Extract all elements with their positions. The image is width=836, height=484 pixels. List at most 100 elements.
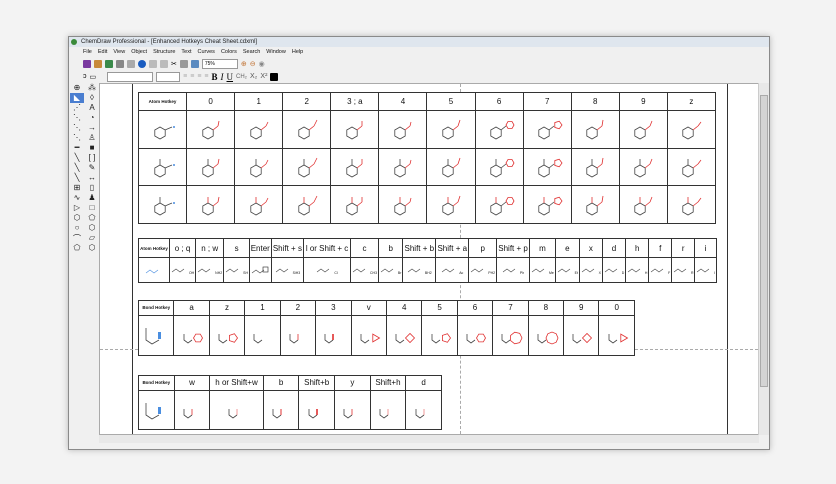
menu-text[interactable]: Text <box>181 47 191 57</box>
underline-button[interactable]: U <box>227 72 234 82</box>
palette-tool-icon[interactable]: ▱ <box>85 233 99 243</box>
molecule-icon <box>202 121 220 140</box>
structure-cell <box>456 314 494 357</box>
molecule-icon <box>394 158 412 178</box>
new-doc-icon[interactable] <box>83 59 91 68</box>
palette-tool-icon[interactable]: ⬠ <box>85 213 99 223</box>
menu-edit[interactable]: Edit <box>98 47 107 57</box>
view-icon[interactable]: ◉ <box>259 60 265 68</box>
align-right-icon[interactable]: ≡ <box>197 73 201 80</box>
palette-tool-icon[interactable]: ⋱ <box>70 123 84 133</box>
palette-tool-icon[interactable]: ⬡ <box>85 223 99 233</box>
palette-tool-icon[interactable]: ⊕ <box>70 83 84 93</box>
align-left-icon[interactable]: ≡ <box>183 73 187 80</box>
paste-icon[interactable] <box>190 59 199 68</box>
print-icon[interactable] <box>127 59 135 68</box>
menu-file[interactable]: File <box>83 47 92 57</box>
header-row: Atom Hotkey 0 1 2 3 ; a456789z <box>137 92 717 111</box>
bond-structure-icon <box>343 408 353 419</box>
color-icon[interactable] <box>270 72 279 81</box>
atom-label: I <box>714 271 716 276</box>
palette-tool-icon[interactable]: ■ <box>85 143 99 153</box>
recycle-icon[interactable] <box>105 59 113 68</box>
palette-tool-icon[interactable]: ♟ <box>85 193 99 203</box>
italic-button[interactable]: I <box>221 72 224 82</box>
palette-tool-icon[interactable]: ⬠ <box>70 243 84 253</box>
copy-icon[interactable] <box>179 59 188 68</box>
palette-tool-icon[interactable]: ⬡ <box>85 243 99 253</box>
menu-curves[interactable]: Curves <box>198 47 215 57</box>
hotkey-label: 5 <box>426 92 476 111</box>
palette-tool-icon[interactable]: ∿ <box>70 193 84 203</box>
vertical-scrollbar[interactable] <box>758 83 769 435</box>
palette-tool-icon[interactable]: ✎ <box>85 163 99 173</box>
palette-tool-icon[interactable]: ╲ <box>70 153 84 163</box>
palette-tool-icon[interactable]: ⌒ <box>70 233 84 243</box>
palette-tool-icon[interactable]: ⊞ <box>70 183 84 193</box>
menu-search[interactable]: Search <box>243 47 260 57</box>
redo-icon[interactable] <box>160 59 168 68</box>
structure-cell: Ac <box>435 257 470 283</box>
hotkey-label: o ; q <box>169 237 197 259</box>
marquee-icon[interactable]: ▭ <box>90 73 97 81</box>
menu-colors[interactable]: Colors <box>221 47 237 57</box>
chain-icon <box>471 268 484 273</box>
undo-icon[interactable] <box>149 59 157 68</box>
palette-tool-icon[interactable]: ⬡ <box>70 213 84 223</box>
structure-cell <box>426 110 476 149</box>
subscript-button[interactable]: X₂ <box>250 73 257 80</box>
chemical-format-button[interactable]: CH₂ <box>236 74 247 80</box>
palette-tool-icon[interactable]: → <box>85 123 99 133</box>
zoom-out-icon[interactable]: ⊖ <box>250 60 256 68</box>
palette-tool-icon[interactable]: ⁂ <box>85 83 99 93</box>
cut-icon[interactable]: ✂ <box>171 60 177 68</box>
atom-label: OH <box>188 271 195 276</box>
palette-tool-icon[interactable]: ◊ <box>85 93 99 103</box>
atom-label: D <box>621 271 625 276</box>
bond-structure-icon <box>218 333 239 344</box>
structure-cell <box>474 185 524 224</box>
bold-button[interactable]: B <box>212 72 218 82</box>
palette-tool-icon[interactable]: ⋰ <box>70 103 84 113</box>
palette-tool-icon[interactable]: ◔ <box>85 113 99 123</box>
palette-tool-icon[interactable]: ○ <box>70 223 84 233</box>
drawing-canvas[interactable]: Atom Hotkey 0 1 2 3 ; a456789z Atom Hotkey o … <box>99 83 759 435</box>
size-select[interactable] <box>156 71 181 82</box>
palette-tool-icon[interactable]: □ <box>85 203 99 213</box>
zoom-select[interactable]: 75% <box>201 58 238 69</box>
palette-tool-icon[interactable]: ━ <box>70 143 84 153</box>
open-icon[interactable] <box>94 59 102 68</box>
lasso-icon[interactable]: ↄ <box>83 73 87 80</box>
palette-tool-icon[interactable]: ↔ <box>85 173 99 183</box>
bond-structure-icon <box>308 408 318 419</box>
molecule-icon <box>634 121 653 140</box>
palette-tool-icon[interactable]: ▯ <box>85 183 99 193</box>
font-select[interactable] <box>107 71 154 82</box>
palette-tool-icon[interactable]: ⋱ <box>70 113 84 123</box>
chain-icon <box>627 268 641 273</box>
palette-tool-icon[interactable]: ♙ <box>85 133 99 143</box>
molecule-icon <box>298 195 318 216</box>
menu-window[interactable]: Window <box>266 47 286 57</box>
menu-object[interactable]: Object <box>131 47 147 57</box>
hotkey-label: x <box>578 237 603 259</box>
horizontal-scrollbar[interactable] <box>99 435 759 443</box>
palette-tool-icon[interactable]: ◣ <box>70 93 84 103</box>
align-center-icon[interactable]: ≡ <box>190 73 194 80</box>
menu-help[interactable]: Help <box>292 47 303 57</box>
scroll-thumb[interactable] <box>760 95 768 387</box>
palette-tool-icon[interactable]: ╲ <box>70 163 84 173</box>
palette-tool-icon[interactable]: [ ] <box>85 153 99 163</box>
menu-structure[interactable]: Structure <box>153 47 175 57</box>
superscript-button[interactable]: X² <box>260 73 267 80</box>
hotkey-label: 0 <box>598 300 635 316</box>
palette-tool-icon[interactable]: ▷ <box>70 203 84 213</box>
menu-view[interactable]: View <box>113 47 125 57</box>
palette-tool-icon[interactable]: ╲ <box>70 173 84 183</box>
zoom-in-icon[interactable]: ⊕ <box>241 60 247 68</box>
palette-tool-icon[interactable]: ⋱ <box>70 133 84 143</box>
help-icon[interactable] <box>138 59 146 68</box>
palette-tool-icon[interactable]: A <box>85 103 99 113</box>
justify-icon[interactable]: ≡ <box>204 73 208 80</box>
save-icon[interactable] <box>116 59 124 68</box>
